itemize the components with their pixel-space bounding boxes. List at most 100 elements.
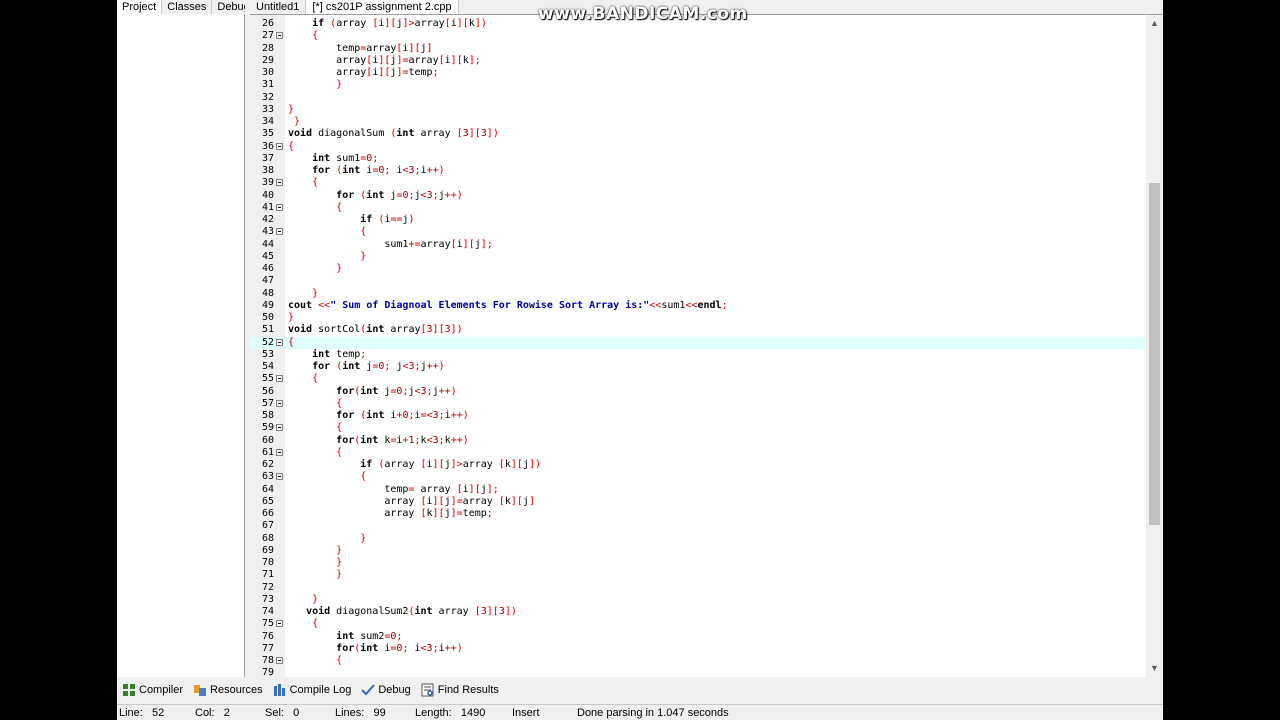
fold-toggle-icon[interactable] xyxy=(276,179,283,187)
code-line[interactable]: 56 for(int j=0;j<3;j++) xyxy=(250,386,1145,398)
code-text: if (i==j) xyxy=(360,214,415,225)
fold-toggle-icon[interactable] xyxy=(276,473,283,481)
code-line[interactable]: 57 { xyxy=(250,398,1145,410)
code-line[interactable]: 75 { xyxy=(250,618,1145,630)
code-line[interactable]: 28 temp=array[i][j] xyxy=(250,43,1145,55)
status-line-label: Line: xyxy=(119,707,143,719)
code-text: } xyxy=(336,569,343,581)
line-number: 72 xyxy=(261,581,274,593)
code-line[interactable]: 44 sum1+=array[i][j]; xyxy=(250,239,1145,251)
scroll-up-arrow-icon[interactable]: ▲ xyxy=(1146,15,1163,32)
bottom-tab-find-results[interactable]: Find Results xyxy=(416,681,504,699)
code-line[interactable]: 65 array [i][j]=array [k][j] xyxy=(250,496,1145,508)
code-line[interactable]: 42 if (i==j) xyxy=(250,214,1145,226)
code-line[interactable]: 60 for(int k=i+1;k<3;k++) xyxy=(250,435,1145,447)
code-line[interactable]: 27 { xyxy=(250,30,1145,42)
fold-toggle-icon[interactable] xyxy=(276,424,283,432)
code-area[interactable]: 26 if (array [i][j]>array[i][k]) 27 {28 t… xyxy=(250,15,1145,677)
code-text: for(int k=i+1;k<3;k++) xyxy=(336,434,469,446)
code-line[interactable]: 35 void diagonalSum (int array [3][3]) xyxy=(250,128,1145,140)
code-line[interactable]: 50} xyxy=(250,312,1145,324)
code-line[interactable]: 62 if (array [i][j]>array [k][j]) xyxy=(250,459,1145,471)
code-line[interactable]: 68 } xyxy=(250,533,1145,545)
code-text: { xyxy=(336,397,343,409)
code-line[interactable]: 36 { xyxy=(250,141,1145,153)
code-line[interactable]: 61 { xyxy=(250,447,1145,459)
bottom-tab-compiler[interactable]: Compiler xyxy=(117,681,188,699)
project-browser[interactable] xyxy=(117,14,245,677)
code-line[interactable]: 67 xyxy=(250,520,1145,532)
code-line[interactable]: 64 temp= array [i][j]; xyxy=(250,484,1145,496)
code-line[interactable]: 55 { xyxy=(250,373,1145,385)
code-line[interactable]: 31 } xyxy=(250,79,1145,91)
line-number: 47 xyxy=(261,275,274,287)
code-line[interactable]: 71 } xyxy=(250,569,1145,581)
vertical-scrollbar[interactable]: ▲ ▼ xyxy=(1146,15,1163,677)
code-line[interactable]: 30 array[i][j]=temp; xyxy=(250,67,1145,79)
line-number: 50 xyxy=(261,312,274,323)
code-text: { xyxy=(336,655,343,666)
bottom-tab-debug[interactable]: Debug xyxy=(356,681,415,699)
code-line[interactable]: 43 { xyxy=(250,226,1145,238)
line-number: 54 xyxy=(261,361,274,372)
code-line[interactable]: 70 } xyxy=(250,557,1145,569)
bottom-tab-label: Find Results xyxy=(437,684,499,696)
fold-toggle-icon[interactable] xyxy=(276,203,283,211)
fold-toggle-icon[interactable] xyxy=(276,228,283,236)
scrollbar-thumb[interactable] xyxy=(1149,183,1160,525)
code-editor[interactable]: 26 if (array [i][j]>array[i][k]) 27 {28 t… xyxy=(250,14,1163,677)
code-line[interactable]: 47 xyxy=(250,275,1145,287)
code-line[interactable]: 76 int sum2=0; xyxy=(250,631,1145,643)
fold-toggle-icon[interactable] xyxy=(276,657,283,664)
fold-toggle-icon[interactable] xyxy=(276,620,283,628)
code-text: { xyxy=(360,471,367,483)
code-line[interactable]: 77 for(int i=0; i<3;i++) xyxy=(250,643,1145,655)
bottom-tab-resources[interactable]: Resources xyxy=(188,681,268,699)
line-number: 73 xyxy=(261,593,274,605)
fold-toggle-icon[interactable] xyxy=(276,142,283,150)
code-line[interactable]: 39 { xyxy=(250,177,1145,189)
left-tab-project[interactable]: Project xyxy=(117,0,163,14)
code-line[interactable]: 51 void sortCol(int array[3][3]) xyxy=(250,324,1145,336)
code-text: } xyxy=(336,79,343,91)
fold-toggle-icon[interactable] xyxy=(276,448,283,456)
code-line[interactable]: 66 array [k][j]=temp; xyxy=(250,508,1145,520)
code-line[interactable]: 73 } xyxy=(250,594,1145,606)
code-line[interactable]: 74 void diagonalSum2(int array [3][3]) xyxy=(250,606,1145,618)
code-line[interactable]: 33} xyxy=(250,104,1145,116)
code-line[interactable]: 48 } xyxy=(250,288,1145,300)
line-number: 32 xyxy=(261,91,274,103)
bottom-tab-label: Debug xyxy=(378,684,411,696)
scroll-down-arrow-icon[interactable]: ▼ xyxy=(1146,660,1163,677)
editor-tab[interactable]: Untitled1 xyxy=(250,0,307,14)
code-line[interactable]: 52 { xyxy=(250,336,1145,349)
code-line[interactable]: 63 { xyxy=(250,471,1145,483)
code-line[interactable]: 32 xyxy=(250,92,1145,104)
code-line[interactable]: 46 } xyxy=(250,263,1145,275)
code-line[interactable]: 54 for (int j=0; j<3;j++) xyxy=(250,361,1145,373)
code-line[interactable]: 49 cout <<" Sum of Diagnoal Elements For … xyxy=(250,300,1145,312)
code-line[interactable]: 34 } xyxy=(250,116,1145,128)
fold-toggle-icon[interactable] xyxy=(276,399,283,407)
code-line[interactable]: 69 } xyxy=(250,545,1145,557)
code-line[interactable]: 40 for (int j=0;j<3;j++) xyxy=(250,190,1145,202)
fold-toggle-icon[interactable] xyxy=(276,338,283,346)
code-line[interactable]: 41 { xyxy=(250,202,1145,214)
code-line[interactable]: 58 for (int i+0;i=<3;i++) xyxy=(250,410,1145,422)
fold-toggle-icon[interactable] xyxy=(276,32,283,40)
code-line[interactable]: 38 for (int i=0; i<3;i++) xyxy=(250,165,1145,177)
left-tab-classes[interactable]: Classes xyxy=(162,0,213,14)
code-line[interactable]: 29 array[i][j]=array[i][k]; xyxy=(250,55,1145,67)
code-line[interactable]: 59 { xyxy=(250,422,1145,434)
code-line[interactable]: 45 } xyxy=(250,251,1145,263)
editor-tab[interactable]: [*] cs201P assignment 2.cpp xyxy=(306,0,459,14)
status-line: Line: 52 xyxy=(119,707,164,719)
code-text: } xyxy=(336,544,343,556)
bottom-tab-compile-log[interactable]: Compile Log xyxy=(268,681,357,699)
fold-toggle-icon[interactable] xyxy=(276,375,283,383)
code-line[interactable]: 78 { xyxy=(250,655,1145,667)
code-line[interactable]: 72 xyxy=(250,582,1145,594)
code-line[interactable]: 79 xyxy=(250,667,1145,677)
code-line[interactable]: 53 int temp; xyxy=(250,349,1145,361)
code-line[interactable]: 37 int sum1=0; xyxy=(250,153,1145,165)
